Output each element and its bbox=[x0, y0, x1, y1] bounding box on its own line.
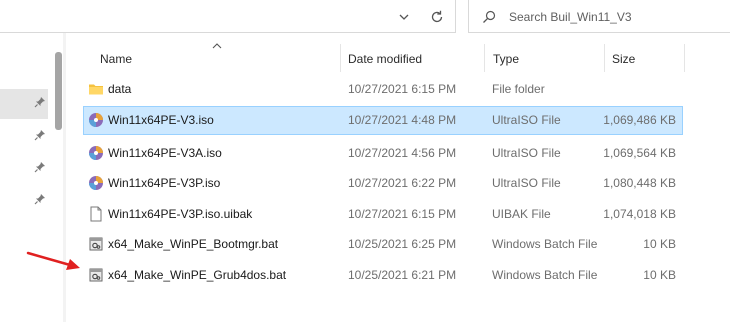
nav-scrollbar-track[interactable] bbox=[63, 33, 66, 322]
search-icon bbox=[483, 10, 496, 23]
file-date: 10/27/2021 6:15 PM bbox=[348, 207, 457, 221]
file-date: 10/27/2021 4:56 PM bbox=[348, 146, 457, 160]
column-divider[interactable] bbox=[340, 44, 341, 72]
column-header-name[interactable]: Name bbox=[100, 52, 132, 66]
file-name: data bbox=[108, 82, 132, 96]
refresh-icon[interactable] bbox=[428, 8, 446, 26]
file-row[interactable]: data 10/27/2021 6:15 PM File folder bbox=[84, 76, 682, 103]
chevron-down-icon[interactable] bbox=[396, 9, 412, 25]
file-name: Win11x64PE-V3P.iso bbox=[108, 176, 221, 190]
file-row[interactable]: x64_Make_WinPE_Bootmgr.bat 10/25/2021 6:… bbox=[84, 231, 682, 258]
file-type: UltraISO File bbox=[492, 176, 561, 190]
file-date: 10/27/2021 6:22 PM bbox=[348, 176, 457, 190]
iso-disc-icon bbox=[89, 146, 103, 160]
iso-disc-icon bbox=[89, 113, 103, 127]
file-date: 10/27/2021 4:48 PM bbox=[348, 113, 457, 127]
file-row[interactable]: Win11x64PE-V3A.iso 10/27/2021 4:56 PM Ul… bbox=[84, 140, 682, 167]
pin-icon[interactable] bbox=[34, 129, 46, 141]
iso-disc-icon bbox=[89, 176, 103, 190]
file-date: 10/27/2021 6:15 PM bbox=[348, 82, 457, 96]
file-row[interactable]: Win11x64PE-V3P.iso.uibak 10/27/2021 6:15… bbox=[84, 201, 682, 228]
file-size: 1,069,486 KB bbox=[603, 113, 676, 127]
file-size: 1,069,564 KB bbox=[603, 146, 676, 160]
address-bar[interactable] bbox=[0, 0, 456, 33]
file-name: Win11x64PE-V3.iso bbox=[108, 113, 214, 127]
pin-icon[interactable] bbox=[34, 96, 46, 108]
file-type: File folder bbox=[492, 82, 545, 96]
file-name: Win11x64PE-V3A.iso bbox=[108, 146, 222, 160]
file-size: 10 KB bbox=[643, 237, 676, 251]
file-row[interactable]: x64_Make_WinPE_Grub4dos.bat 10/25/2021 6… bbox=[84, 262, 682, 289]
red-arrow-annotation bbox=[26, 251, 80, 270]
folder-icon bbox=[89, 84, 103, 95]
nav-scrollbar-thumb[interactable] bbox=[55, 52, 62, 130]
file-row[interactable]: Win11x64PE-V3P.iso 10/27/2021 6:22 PM Ul… bbox=[84, 170, 682, 197]
pin-icon[interactable] bbox=[34, 193, 46, 205]
batch-file-icon bbox=[89, 268, 103, 282]
file-type: Windows Batch File bbox=[492, 237, 598, 251]
file-size: 1,080,448 KB bbox=[603, 176, 676, 190]
file-date: 10/25/2021 6:21 PM bbox=[348, 268, 457, 282]
column-header-size[interactable]: Size bbox=[612, 52, 635, 66]
column-divider[interactable] bbox=[484, 44, 485, 72]
file-type: UltraISO File bbox=[492, 113, 561, 127]
file-name: x64_Make_WinPE_Grub4dos.bat bbox=[108, 268, 287, 282]
file-size: 10 KB bbox=[643, 268, 676, 282]
column-divider[interactable] bbox=[604, 44, 605, 72]
file-size: 1,074,018 KB bbox=[603, 207, 676, 221]
file-type: UltraISO File bbox=[492, 146, 561, 160]
column-header-row: Name Date modified Type Size bbox=[66, 44, 730, 72]
file-row-selected[interactable]: Win11x64PE-V3.iso 10/27/2021 4:48 PM Ult… bbox=[83, 106, 683, 135]
column-header-date[interactable]: Date modified bbox=[348, 52, 422, 66]
column-header-type[interactable]: Type bbox=[493, 52, 519, 66]
file-date: 10/25/2021 6:25 PM bbox=[348, 237, 457, 251]
file-type: UIBAK File bbox=[492, 207, 551, 221]
blank-file-icon bbox=[90, 206, 102, 222]
batch-file-icon bbox=[89, 237, 103, 251]
column-divider[interactable] bbox=[684, 44, 685, 72]
file-name: Win11x64PE-V3P.iso.uibak bbox=[108, 207, 253, 221]
pin-icon[interactable] bbox=[34, 161, 46, 173]
search-input[interactable]: Search Buil_Win11_V3 bbox=[509, 10, 632, 24]
file-type: Windows Batch File bbox=[492, 268, 598, 282]
file-name: x64_Make_WinPE_Bootmgr.bat bbox=[108, 237, 279, 251]
